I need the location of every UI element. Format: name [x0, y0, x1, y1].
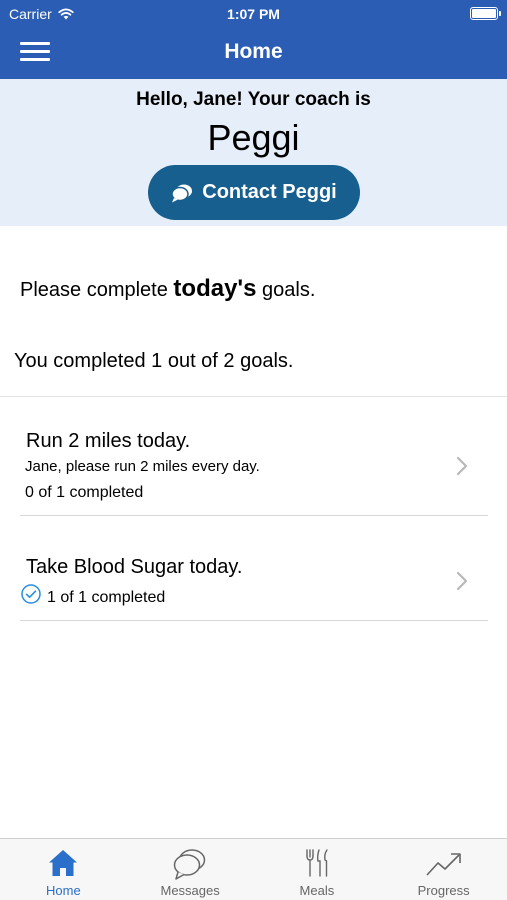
tab-home-label: Home [46, 883, 81, 898]
chat-bubbles-icon [171, 184, 193, 202]
coach-greeting: Hello, Jane! Your coach is [136, 89, 371, 110]
messages-icon [173, 849, 206, 880]
status-time: 1:07 PM [227, 6, 280, 22]
chevron-right-icon [456, 571, 468, 591]
goal-item-run[interactable]: Run 2 miles today. Jane, please run 2 mi… [20, 397, 488, 516]
tab-progress[interactable]: Progress [380, 839, 507, 900]
tab-meals-label: Meals [299, 883, 335, 898]
status-bar: Carrier 1:07 PM [0, 0, 507, 28]
contact-button-label: Contact Peggi [202, 181, 337, 203]
battery-icon [470, 7, 501, 20]
prompt-text-end: goals. [256, 279, 316, 301]
prompt-emphasis: today's [173, 275, 257, 302]
meals-icon [306, 849, 328, 877]
tab-messages-label: Messages [160, 883, 220, 898]
home-icon [49, 850, 78, 876]
goal-title: Run 2 miles today. [26, 430, 191, 452]
nav-bar: Home [0, 30, 507, 75]
goal-progress: 1 of 1 completed [47, 589, 166, 606]
goal-item-blood-sugar[interactable]: Take Blood Sugar today. 1 of 1 completed [20, 517, 488, 621]
page-title: Home [224, 40, 283, 63]
contact-coach-button[interactable]: Contact Peggi [148, 165, 360, 220]
goal-progress: 0 of 1 completed [25, 484, 144, 501]
goals-summary: You completed 1 out of 2 goals. [14, 350, 294, 372]
header: Carrier 1:07 PM Home [0, 0, 507, 79]
prompt-text: Please complete [20, 279, 174, 301]
tab-home[interactable]: Home [0, 839, 127, 900]
goal-description: Jane, please run 2 miles every day. [25, 458, 260, 475]
goal-title: Take Blood Sugar today. [26, 556, 243, 578]
tab-meals[interactable]: Meals [254, 839, 381, 900]
tab-messages[interactable]: Messages [127, 839, 254, 900]
coach-name: Peggi [207, 117, 300, 158]
progress-icon [426, 853, 461, 876]
chevron-right-icon [456, 456, 468, 476]
tab-progress-label: Progress [417, 883, 470, 898]
check-circle-icon [21, 584, 41, 604]
tab-bar: Home Messages Meals Progress [0, 838, 507, 900]
coach-banner: Hello, Jane! Your coach is Peggi Contact… [0, 79, 507, 226]
goals-prompt: Please complete today's goals. [20, 275, 315, 303]
